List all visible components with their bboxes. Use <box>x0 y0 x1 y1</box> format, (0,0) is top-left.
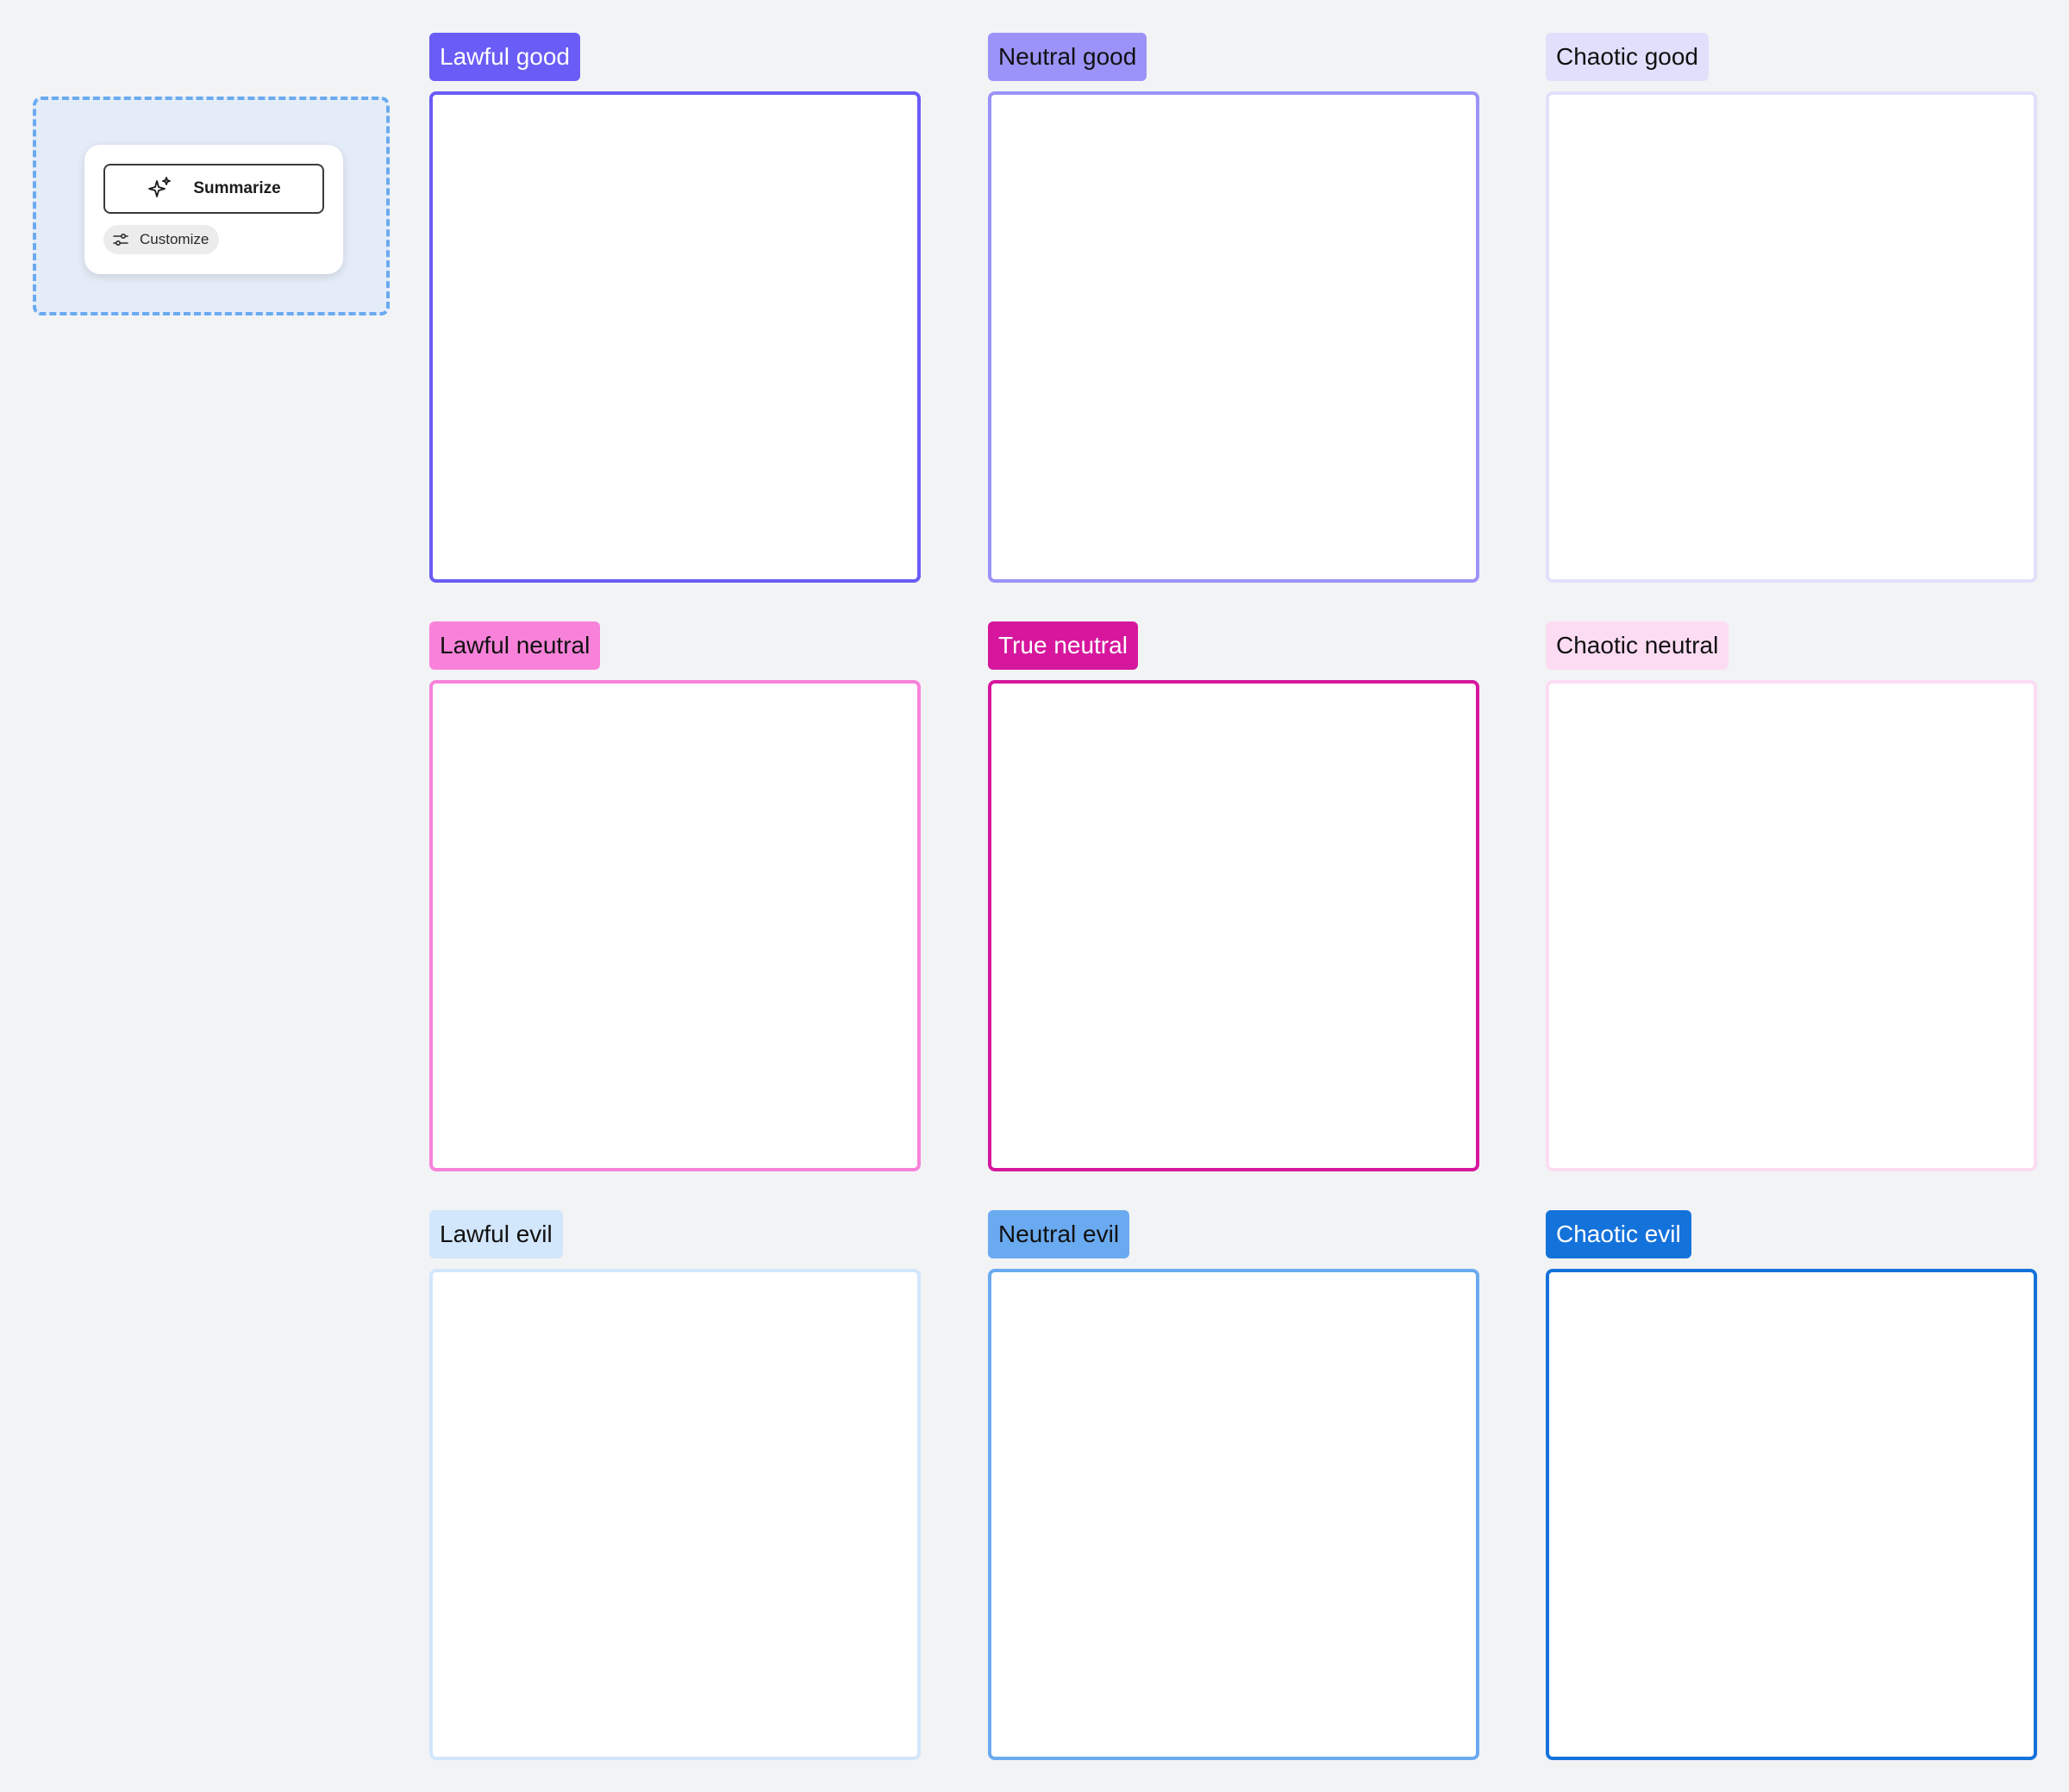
alignment-tag-label: Lawful good <box>440 43 571 70</box>
alignment-box-chaotic-evil[interactable] <box>1546 1269 2037 1760</box>
alignment-tag-neutral-good: Neutral good <box>988 33 1147 81</box>
whiteboard-canvas[interactable]: Summarize Customize Lawful good Neutral … <box>0 0 2069 1792</box>
summarize-widget-dropzone[interactable]: Summarize Customize <box>33 97 390 315</box>
alignment-box-true-neutral[interactable] <box>988 680 1479 1171</box>
customize-button[interactable]: Customize <box>103 225 220 254</box>
alignment-tag-chaotic-good: Chaotic good <box>1546 33 1710 81</box>
alignment-tag-label: Chaotic good <box>1556 43 1699 70</box>
alignment-tag-label: Neutral evil <box>998 1221 1120 1247</box>
alignment-tag-lawful-neutral: Lawful neutral <box>429 621 601 670</box>
summarize-widget-card: Summarize Customize <box>84 145 343 274</box>
customize-button-label: Customize <box>140 231 209 247</box>
alignment-tag-chaotic-evil: Chaotic evil <box>1546 1210 1691 1258</box>
alignment-tag-label: Chaotic evil <box>1556 1221 1681 1247</box>
alignment-box-lawful-neutral[interactable] <box>429 680 921 1171</box>
alignment-tag-lawful-good: Lawful good <box>429 33 581 81</box>
summarize-button[interactable]: Summarize <box>103 164 324 214</box>
alignment-box-neutral-good[interactable] <box>988 91 1479 583</box>
alignment-tag-label: Lawful neutral <box>440 632 591 659</box>
summarize-button-label: Summarize <box>193 179 281 197</box>
alignment-box-chaotic-neutral[interactable] <box>1546 680 2037 1171</box>
alignment-tag-label: True neutral <box>998 632 1128 659</box>
alignment-tag-label: Chaotic neutral <box>1556 632 1719 659</box>
alignment-box-lawful-evil[interactable] <box>429 1269 921 1760</box>
sparkle-icon <box>147 176 172 202</box>
alignment-tag-true-neutral: True neutral <box>988 621 1138 670</box>
alignment-box-chaotic-good[interactable] <box>1546 91 2037 583</box>
alignment-box-neutral-evil[interactable] <box>988 1269 1479 1760</box>
alignment-tag-label: Lawful evil <box>440 1221 553 1247</box>
alignment-box-lawful-good[interactable] <box>429 91 921 583</box>
alignment-tag-label: Neutral good <box>998 43 1137 70</box>
alignment-tag-chaotic-neutral: Chaotic neutral <box>1546 621 1729 670</box>
sliders-icon <box>112 232 129 247</box>
alignment-tag-lawful-evil: Lawful evil <box>429 1210 563 1258</box>
alignment-tag-neutral-evil: Neutral evil <box>988 1210 1130 1258</box>
